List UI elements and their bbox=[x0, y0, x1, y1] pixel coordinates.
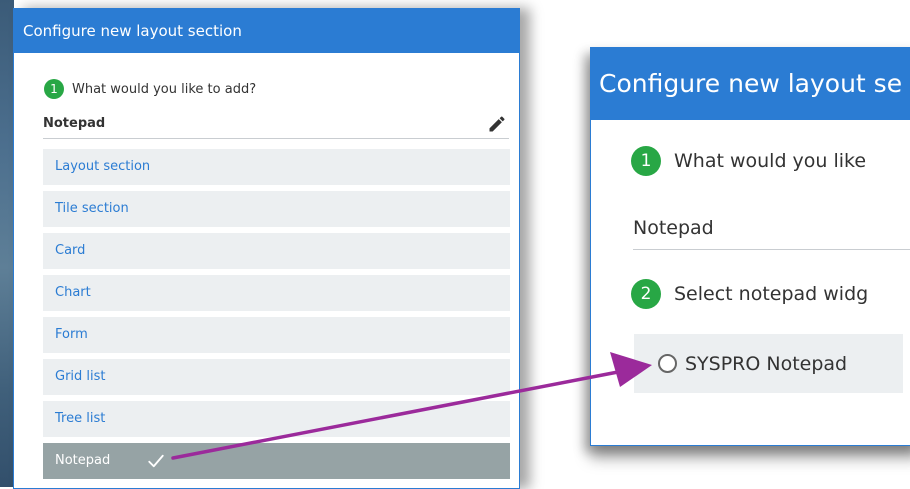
zoomed-step-1: 1 What would you like bbox=[631, 146, 866, 176]
step-number-badge: 1 bbox=[631, 146, 661, 176]
option-label: Grid list bbox=[55, 369, 106, 384]
pencil-icon[interactable] bbox=[487, 114, 507, 134]
step-question: What would you like bbox=[674, 150, 867, 172]
step-question: What would you like to add? bbox=[72, 81, 257, 97]
selected-type-value: Notepad bbox=[633, 217, 714, 239]
configure-dialog: Configure new layout section 1 What woul… bbox=[13, 8, 520, 489]
radio-label: SYSPRO Notepad bbox=[685, 352, 848, 375]
option-form[interactable]: Form bbox=[43, 317, 510, 353]
option-layout-section[interactable]: Layout section bbox=[43, 149, 510, 185]
zoomed-dialog-title: Configure new layout se bbox=[591, 47, 910, 120]
selected-type-value: Notepad bbox=[43, 116, 106, 131]
dialog-title: Configure new layout section bbox=[14, 9, 519, 53]
zoomed-configure-dialog: Configure new layout se 1 What would you… bbox=[590, 47, 910, 446]
option-label: Form bbox=[55, 327, 88, 342]
step-number-badge: 2 bbox=[631, 279, 661, 309]
option-label: Tile section bbox=[55, 201, 129, 216]
option-label: Layout section bbox=[55, 159, 151, 174]
step-1: 1 What would you like to add? bbox=[44, 77, 256, 101]
option-label: Chart bbox=[55, 285, 91, 300]
option-label: Card bbox=[55, 243, 86, 258]
option-chart[interactable]: Chart bbox=[43, 275, 510, 311]
selected-type-field: Notepad bbox=[43, 112, 509, 139]
radio-button[interactable] bbox=[658, 354, 677, 373]
option-list: Layout section Tile section Card Chart F… bbox=[43, 149, 510, 485]
step-question: Select notepad widg bbox=[674, 283, 869, 305]
zoomed-step-2: 2 Select notepad widg bbox=[631, 279, 868, 309]
option-grid-list[interactable]: Grid list bbox=[43, 359, 510, 395]
step-number-badge: 1 bbox=[44, 79, 64, 99]
option-label: Notepad bbox=[55, 453, 111, 468]
zoomed-selected-type-field: Notepad bbox=[633, 209, 910, 250]
notepad-widget-option[interactable]: SYSPRO Notepad bbox=[634, 334, 903, 393]
background-app bbox=[0, 0, 14, 487]
option-notepad[interactable]: Notepad bbox=[43, 443, 510, 479]
checkmark-icon bbox=[148, 454, 164, 468]
option-tree-list[interactable]: Tree list bbox=[43, 401, 510, 437]
option-label: Tree list bbox=[55, 411, 106, 426]
option-card[interactable]: Card bbox=[43, 233, 510, 269]
option-tile-section[interactable]: Tile section bbox=[43, 191, 510, 227]
